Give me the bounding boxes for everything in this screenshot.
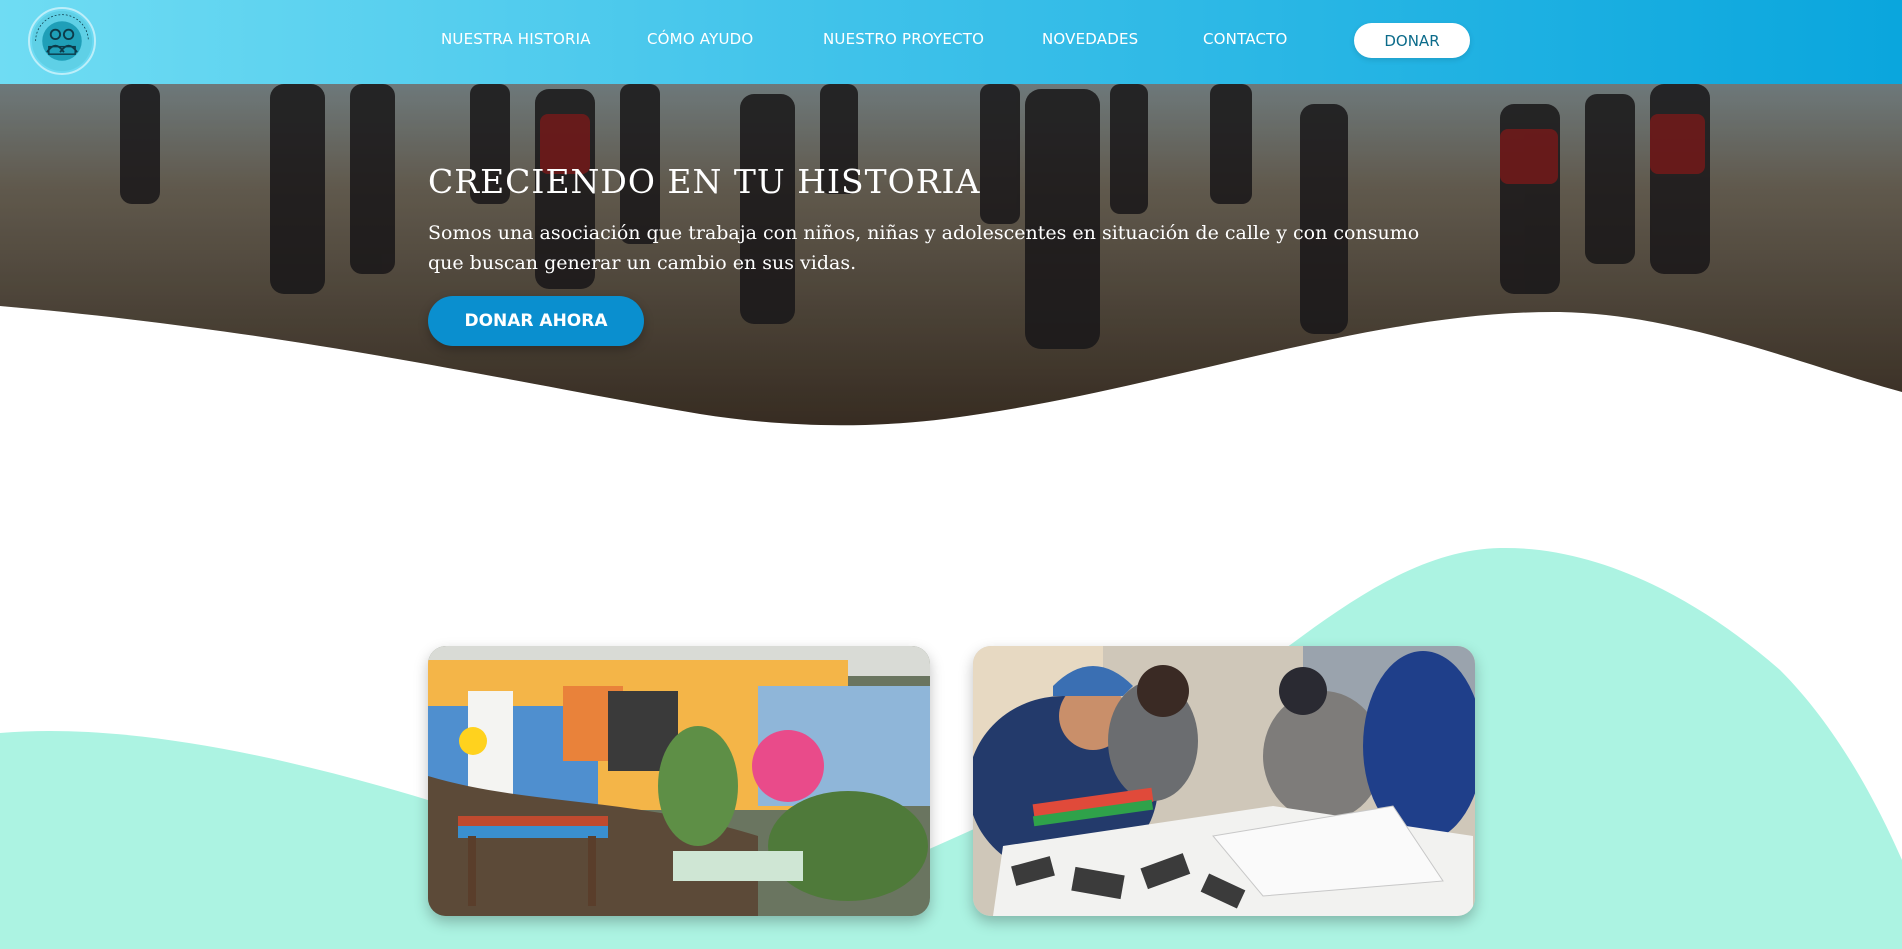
hero-section: CRECIENDO EN TU HISTORIA Somos una asoci… xyxy=(0,84,1902,428)
nav-link-nuestro-proyecto[interactable]: NUESTRO PROYECTO xyxy=(823,30,984,48)
nav-link-contacto[interactable]: CONTACTO xyxy=(1203,30,1288,48)
donate-now-button[interactable]: DONAR AHORA xyxy=(428,296,644,346)
nav-link-novedades[interactable]: NOVEDADES xyxy=(1042,30,1138,48)
top-navbar: NUESTRA HISTORIA CÓMO AYUDO NUESTRO PROY… xyxy=(0,0,1902,84)
hero-title: CRECIENDO EN TU HISTORIA xyxy=(428,162,981,201)
nav-link-como-ayudo[interactable]: CÓMO AYUDO xyxy=(647,30,753,48)
youth-drawing-at-table-photo xyxy=(973,646,1475,916)
colorful-house-mural-photo xyxy=(428,646,930,916)
mint-wave-background xyxy=(0,547,1902,949)
family-logo-icon[interactable] xyxy=(28,7,96,75)
donate-button[interactable]: DONAR xyxy=(1354,23,1470,58)
hero-description: Somos una asociación que trabaja con niñ… xyxy=(428,222,1420,274)
nav-link-nuestra-historia[interactable]: NUESTRA HISTORIA xyxy=(441,30,591,48)
